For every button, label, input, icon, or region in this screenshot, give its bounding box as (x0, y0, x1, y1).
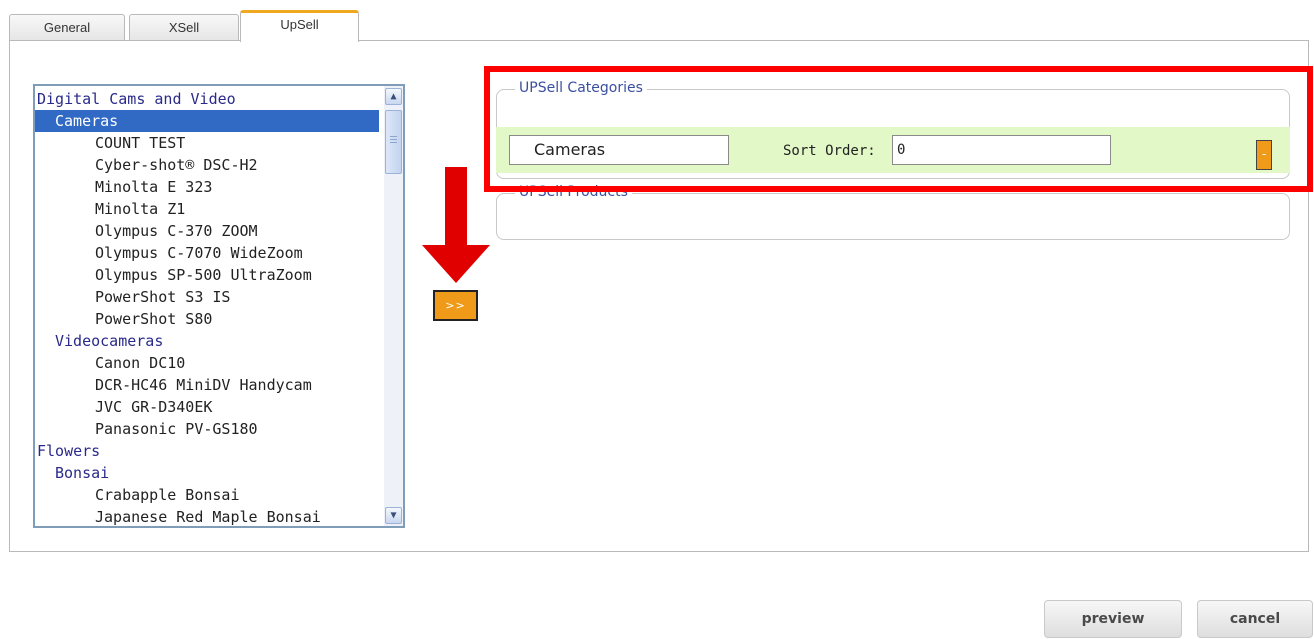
list-item[interactable]: Bonsai (35, 462, 379, 484)
highlight-box (484, 66, 1313, 192)
list-item[interactable]: Minolta E 323 (35, 176, 379, 198)
preview-button[interactable]: preview (1044, 600, 1182, 638)
tab-upsell[interactable]: UpSell (240, 10, 359, 42)
list-item[interactable]: Cameras (35, 110, 379, 132)
tab-general[interactable]: General (9, 14, 125, 40)
list-item[interactable]: Crabapple Bonsai (35, 484, 379, 506)
list-item[interactable]: Canon DC10 (35, 352, 379, 374)
scroll-down-icon[interactable]: ▼ (385, 507, 402, 524)
cancel-button[interactable]: cancel (1197, 600, 1313, 638)
list-item[interactable]: COUNT TEST (35, 132, 379, 154)
list-item[interactable]: PowerShot S80 (35, 308, 379, 330)
list-item[interactable]: Olympus C-370 ZOOM (35, 220, 379, 242)
list-item[interactable]: Minolta Z1 (35, 198, 379, 220)
list-item[interactable]: Digital Cams and Video (35, 88, 379, 110)
arrow-down-icon (422, 167, 490, 283)
upsell-products-fieldset: UPSell Products (496, 184, 1290, 240)
list-item[interactable]: Cyber-shot® DSC-H2 (35, 154, 379, 176)
scroll-thumb[interactable] (385, 110, 402, 174)
category-listbox[interactable]: Digital Cams and Video Cameras COUNT TEST C… (33, 84, 405, 528)
list-item[interactable]: Panasonic PV-GS180 (35, 418, 379, 440)
category-list: Digital Cams and Video Cameras COUNT TEST C… (35, 88, 379, 526)
tab-bar: General XSell UpSell (0, 0, 1314, 42)
list-item[interactable]: PowerShot S3 IS (35, 286, 379, 308)
list-item[interactable]: Videocameras (35, 330, 379, 352)
list-item[interactable]: Olympus C-7070 WideZoom (35, 242, 379, 264)
scroll-up-icon[interactable]: ▲ (385, 88, 402, 105)
listbox-scrollbar[interactable]: ▲ ▼ (384, 86, 403, 526)
list-item[interactable]: DCR-HC46 MiniDV Handycam (35, 374, 379, 396)
add-category-button[interactable]: >> (433, 290, 478, 321)
list-item[interactable]: Japanese Red Maple Bonsai (35, 506, 379, 526)
list-item[interactable]: Olympus SP-500 UltraZoom (35, 264, 379, 286)
list-item[interactable]: JVC GR-D340EK (35, 396, 379, 418)
tab-xsell[interactable]: XSell (129, 14, 239, 40)
list-item[interactable]: Flowers (35, 440, 379, 462)
